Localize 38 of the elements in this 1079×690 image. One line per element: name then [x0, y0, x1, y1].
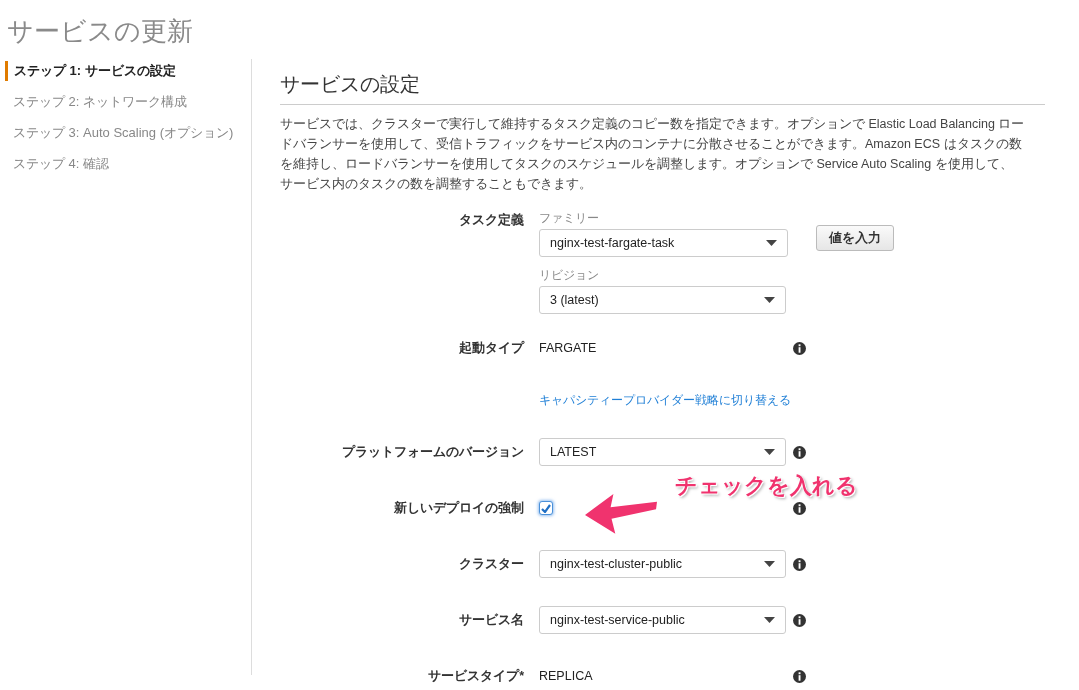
field-label: タスク定義 — [458, 212, 524, 229]
dropdown-caret-icon — [764, 297, 775, 303]
field-value: FARGATE — [539, 341, 598, 355]
wizard-step[interactable]: ステップ 1: サービスの設定 — [5, 61, 251, 81]
field-label: サービス名 — [458, 611, 524, 629]
info-icon[interactable] — [793, 445, 806, 459]
dropdown-caret-icon — [764, 561, 775, 567]
enter-value-button[interactable]: 値を入力 — [816, 225, 894, 251]
field-label: プラットフォームのバージョン — [341, 443, 524, 461]
field-label: 起動タイプ — [458, 339, 524, 357]
dropdown-select[interactable]: nginx-test-service-public — [539, 606, 786, 634]
info-icon[interactable] — [793, 501, 806, 515]
info-icon[interactable] — [793, 613, 806, 627]
field-value: REPLICA — [539, 669, 594, 683]
info-icon[interactable] — [793, 557, 806, 571]
dropdown-caret-icon — [766, 240, 777, 246]
field-label: クラスター — [458, 555, 524, 573]
page-title: サービスの更新 — [6, 15, 194, 48]
wizard-step[interactable]: ステップ 2: ネットワーク構成 — [5, 92, 251, 112]
dropdown-select[interactable]: nginx-test-fargate-task — [539, 229, 788, 257]
dropdown-select[interactable]: LATEST — [539, 438, 786, 466]
checkbox[interactable] — [539, 501, 553, 515]
info-icon[interactable] — [793, 669, 806, 683]
info-icon[interactable] — [793, 341, 806, 355]
field-caption: ファミリー — [539, 210, 600, 227]
field-label: 新しいデプロイの強制 — [393, 499, 524, 517]
dropdown-caret-icon — [764, 449, 775, 455]
wizard-step[interactable]: ステップ 4: 確認 — [5, 154, 251, 174]
wizard-step[interactable]: ステップ 3: Auto Scaling (オプション) — [5, 123, 251, 143]
section-title: サービスの設定 — [280, 71, 1045, 105]
dropdown-select[interactable]: 3 (latest) — [539, 286, 786, 314]
dropdown-select[interactable]: nginx-test-cluster-public — [539, 550, 786, 578]
switch-strategy-link[interactable]: キャパシティープロバイダー戦略に切り替える — [539, 391, 791, 409]
field-label: サービスタイプ* — [427, 667, 524, 685]
annotation-text: チェックを入れる — [675, 474, 858, 499]
field-caption: リビジョン — [539, 267, 600, 284]
section-description: サービスでは、クラスターで実行して維持するタスク定義のコピー数を指定できます。オプションで Elastic Load Balancing ロードバランサーを使用して、受信トラフィックをサービス内のコンテナに分散させることができます。Amazon ECS はタスクの数を維持し、ロードバランサーを使用してタスクのスケジュールを調整します。オプションで Service Auto Scaling を使用して、サービス内のタスクの数を調整することもできます。 — [280, 116, 1025, 193]
dropdown-caret-icon — [764, 617, 775, 623]
